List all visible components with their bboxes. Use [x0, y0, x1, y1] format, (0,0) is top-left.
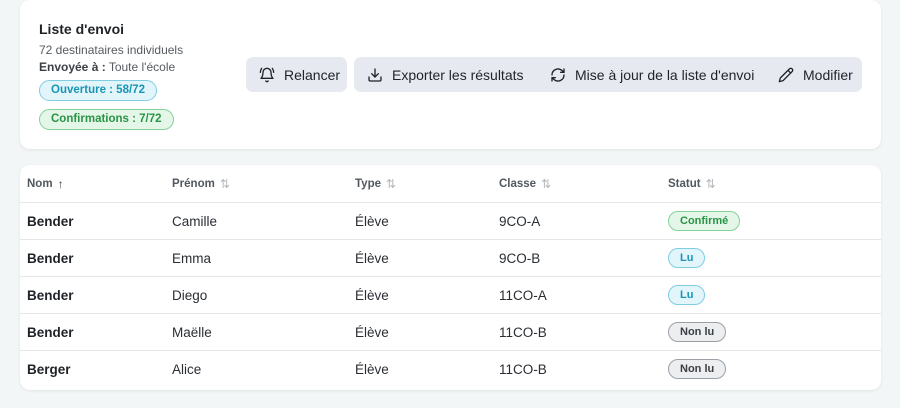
column-header-nom[interactable]: Nom ↑	[27, 165, 64, 203]
cell-type: Élève	[355, 362, 389, 377]
remind-button[interactable]: Relancer	[246, 57, 347, 92]
cell-prenom: Diego	[172, 288, 208, 303]
column-header-nom-label: Nom	[27, 178, 53, 190]
column-header-statut[interactable]: Statut ⇅	[668, 165, 716, 203]
sort-icon: ⇅	[219, 177, 230, 191]
summary-info: Liste d'envoi 72 destinataires individue…	[39, 20, 183, 75]
table-row[interactable]: Bender Emma Élève 9CO-B Lu	[20, 240, 881, 277]
list-title: Liste d'envoi	[39, 21, 125, 37]
status-badge: Lu	[668, 248, 706, 269]
download-icon	[368, 67, 382, 82]
bell-icon	[259, 67, 275, 82]
cell-classe: 11CO-B	[499, 362, 547, 377]
cell-statut: Confirmé	[668, 203, 741, 240]
table-row[interactable]: Bender Camille Élève 9CO-A Confirmé	[20, 203, 881, 240]
recipients-count: 72 destinataires individuels	[39, 43, 184, 57]
cell-statut: Non lu	[668, 314, 727, 351]
cell-nom: Berger	[27, 362, 71, 377]
recipients-table: Nom ↑ Prénom ⇅ Type ⇅ Classe ⇅ Statut ⇅ …	[20, 165, 881, 390]
cell-classe: 9CO-A	[499, 214, 541, 229]
export-results-button[interactable]: Exporter les résultats	[354, 57, 549, 92]
cell-statut: Non lu	[668, 351, 727, 388]
sort-icon: ⇅	[541, 177, 552, 191]
status-badge: Non lu	[668, 322, 727, 343]
export-label: Exporter les résultats	[392, 66, 524, 83]
sent-to-value: Toute l'école	[108, 60, 176, 74]
cell-prenom: Camille	[172, 214, 218, 229]
update-list-button[interactable]: Mise à jour de la liste d'envoi	[537, 57, 777, 92]
sent-to-label: Envoyée à :	[39, 60, 106, 74]
cell-prenom: Alice	[172, 362, 202, 377]
status-badge: Non lu	[668, 359, 727, 380]
column-header-prenom-label: Prénom	[172, 178, 215, 190]
remind-label: Relancer	[284, 66, 341, 83]
table-row[interactable]: Bender Maëlle Élève 11CO-B Non lu	[20, 314, 881, 351]
column-header-classe[interactable]: Classe ⇅	[499, 165, 551, 203]
cell-prenom: Maëlle	[172, 325, 212, 340]
sort-ascending-icon: ↑	[57, 177, 64, 191]
sort-icon: ⇅	[386, 177, 397, 191]
cell-type: Élève	[355, 325, 389, 340]
pencil-icon	[778, 67, 794, 82]
cell-nom: Bender	[27, 214, 74, 229]
cell-classe: 9CO-B	[499, 251, 541, 266]
cell-statut: Lu	[668, 240, 706, 277]
sort-icon: ⇅	[705, 177, 716, 191]
table-row[interactable]: Bender Diego Élève 11CO-A Lu	[20, 277, 881, 314]
edit-label: Modifier	[803, 66, 853, 83]
column-header-type[interactable]: Type ⇅	[355, 165, 396, 203]
cell-classe: 11CO-B	[499, 325, 547, 340]
update-label: Mise à jour de la liste d'envoi	[575, 66, 755, 83]
column-header-type-label: Type	[355, 178, 381, 190]
cell-classe: 11CO-A	[499, 288, 547, 303]
cell-nom: Bender	[27, 251, 74, 266]
status-badge: Confirmé	[668, 211, 741, 232]
table-row[interactable]: Berger Alice Élève 11CO-B Non lu	[20, 351, 881, 388]
refresh-icon	[551, 67, 565, 82]
cell-type: Élève	[355, 251, 389, 266]
cell-nom: Bender	[27, 325, 74, 340]
cell-statut: Lu	[668, 277, 706, 314]
cell-nom: Bender	[27, 288, 74, 303]
cell-type: Élève	[355, 214, 389, 229]
column-header-prenom[interactable]: Prénom ⇅	[172, 165, 230, 203]
confirmed-badge: Confirmations : 7/72	[39, 109, 174, 130]
column-header-classe-label: Classe	[499, 178, 537, 190]
edit-button[interactable]: Modifier	[765, 57, 862, 92]
column-header-statut-label: Statut	[668, 178, 701, 190]
status-badge: Lu	[668, 285, 706, 306]
sent-to: Envoyée à : Toute l'école	[39, 59, 183, 75]
summary-card: Liste d'envoi 72 destinataires individue…	[20, 0, 881, 149]
opened-badge: Ouverture : 58/72	[39, 80, 157, 101]
table-header: Nom ↑ Prénom ⇅ Type ⇅ Classe ⇅ Statut ⇅	[20, 165, 881, 203]
cell-prenom: Emma	[172, 251, 212, 266]
cell-type: Élève	[355, 288, 389, 303]
